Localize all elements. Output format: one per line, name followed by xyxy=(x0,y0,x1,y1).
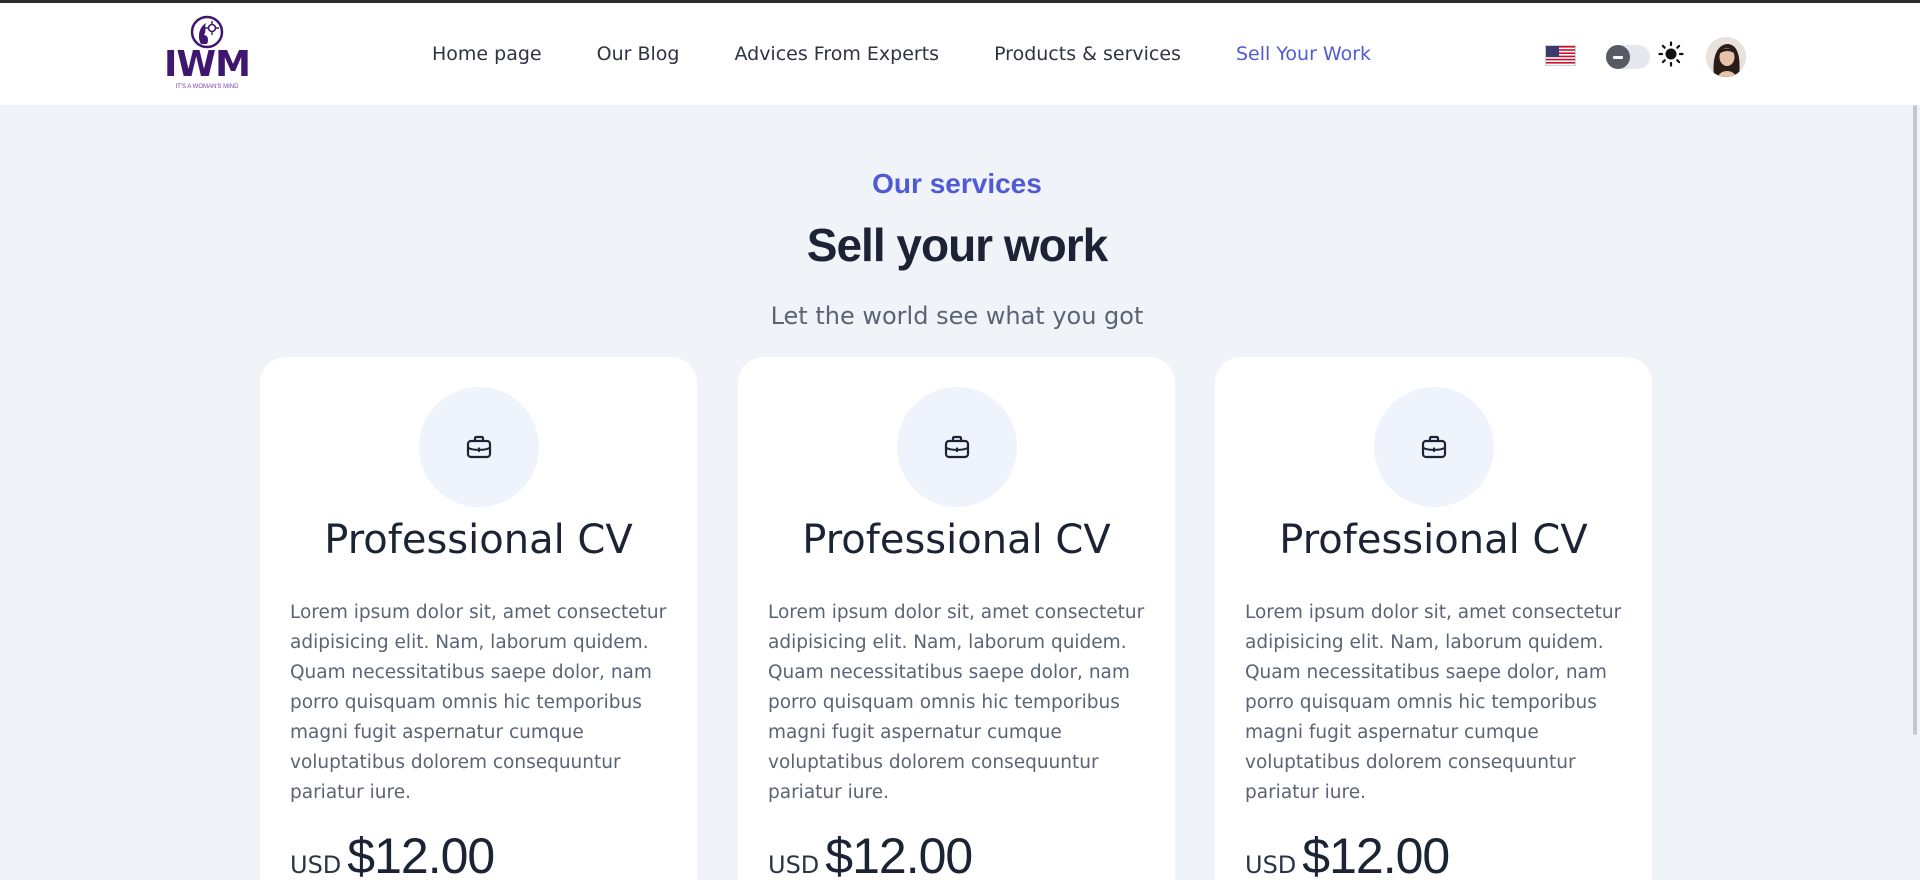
nav-item-advices[interactable]: Advices From Experts xyxy=(734,43,939,65)
card-title: Professional CV xyxy=(1279,517,1588,563)
scrollbar-thumb[interactable] xyxy=(1913,105,1917,735)
logo-wordmark: IWM xyxy=(164,44,251,85)
price-amount: $12.00 xyxy=(347,828,495,880)
theme-toggle-knob xyxy=(1606,45,1630,69)
service-card[interactable]: Professional CV Lorem ipsum dolor sit, a… xyxy=(738,357,1175,880)
site-header: IWM IT'S A WOMAN'S MIND Home page Our Bl… xyxy=(0,3,1920,105)
card-price: USD $12.00 xyxy=(290,827,495,880)
theme-toggle[interactable] xyxy=(1606,45,1650,69)
nav-item-blog[interactable]: Our Blog xyxy=(597,43,680,65)
nav-item-sell-your-work[interactable]: Sell Your Work xyxy=(1236,43,1371,65)
card-description: Lorem ipsum dolor sit, amet consectetur … xyxy=(768,602,1145,803)
price-amount: $12.00 xyxy=(825,828,973,880)
briefcase-icon xyxy=(1374,387,1494,507)
page-scrollbar[interactable] xyxy=(1910,105,1920,880)
card-title: Professional CV xyxy=(802,517,1111,563)
price-currency: USD xyxy=(768,851,820,879)
us-flag-icon[interactable] xyxy=(1545,45,1576,66)
nav-item-products[interactable]: Products & services xyxy=(994,43,1181,65)
price-currency: USD xyxy=(290,851,342,879)
briefcase-icon xyxy=(897,387,1017,507)
briefcase-icon xyxy=(419,387,539,507)
page-title: Sell your work xyxy=(806,219,1108,271)
logo-tagline: IT'S A WOMAN'S MIND xyxy=(175,84,239,90)
service-card[interactable]: Professional CV Lorem ipsum dolor sit, a… xyxy=(1215,357,1652,880)
page-subtitle: Let the world see what you got xyxy=(770,302,1144,330)
service-cards: Professional CV Lorem ipsum dolor sit, a… xyxy=(260,357,1653,880)
user-avatar[interactable] xyxy=(1706,37,1746,77)
card-price: USD $12.00 xyxy=(768,827,973,880)
section-eyebrow: Our services xyxy=(872,168,1042,199)
card-price: USD $12.00 xyxy=(1245,827,1450,880)
service-card[interactable]: Professional CV Lorem ipsum dolor sit, a… xyxy=(260,357,697,880)
sun-icon[interactable] xyxy=(1658,41,1684,72)
price-currency: USD xyxy=(1245,851,1297,879)
nav-item-home[interactable]: Home page xyxy=(432,43,542,65)
main-nav: Home page Our Blog Advices From Experts … xyxy=(432,3,1426,105)
price-amount: $12.00 xyxy=(1302,828,1450,880)
card-description: Lorem ipsum dolor sit, amet consectetur … xyxy=(290,602,667,803)
card-description: Lorem ipsum dolor sit, amet consectetur … xyxy=(1245,602,1622,803)
site-logo[interactable]: IWM IT'S A WOMAN'S MIND xyxy=(164,13,251,97)
card-title: Professional CV xyxy=(324,517,633,563)
